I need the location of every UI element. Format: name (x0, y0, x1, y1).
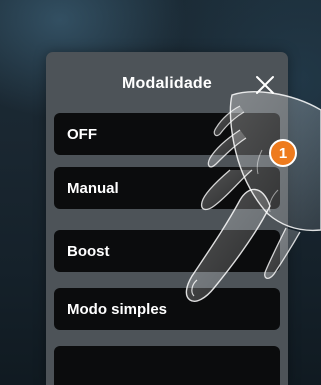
close-icon (256, 76, 274, 94)
mode-selection-dialog: Modalidade OFF Manual Boost Modo simples (46, 52, 288, 385)
option-label: Boost (67, 242, 110, 260)
option-boost[interactable]: Boost (54, 230, 280, 272)
step-number-badge: 1 (269, 139, 297, 167)
option-label: Modo simples (67, 300, 168, 318)
option-label: Manual (67, 179, 119, 197)
option-manual[interactable]: Manual (54, 167, 280, 209)
option-off[interactable]: OFF (54, 113, 280, 155)
option-modo-simples[interactable]: Modo simples (54, 288, 280, 330)
option-partially-visible[interactable] (54, 346, 280, 385)
option-label: OFF (67, 125, 97, 143)
close-button[interactable] (252, 72, 278, 98)
